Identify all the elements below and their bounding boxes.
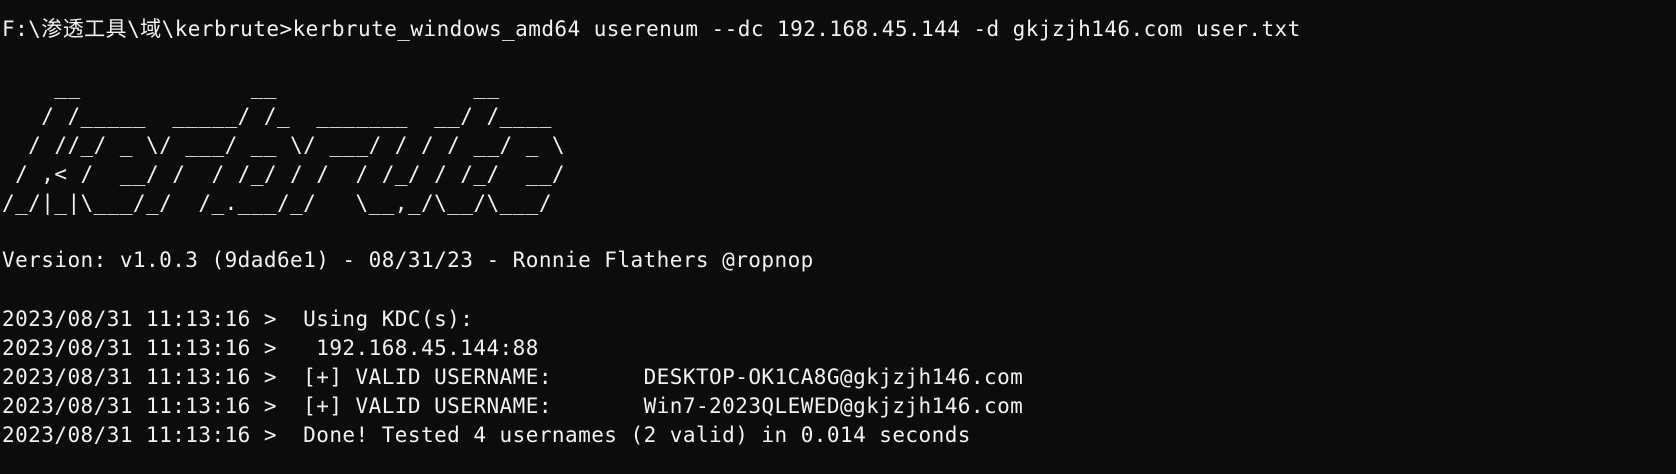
command-text: kerbrute_windows_amd64 userenum --dc 192…: [292, 17, 1301, 41]
log-line: 2023/08/31 11:13:16 > 192.168.45.144:88: [2, 334, 539, 363]
log-line: 2023/08/31 11:13:16 > Using KDC(s):: [2, 305, 473, 334]
log-timestamp: 2023/08/31 11:13:16 >: [2, 365, 277, 389]
log-message: 192.168.45.144:88: [276, 336, 539, 360]
prompt-path: F:\渗透工具\域\kerbrute>: [2, 17, 293, 41]
log-line: 2023/08/31 11:13:16 > [+] VALID USERNAME…: [2, 363, 1023, 392]
command-line: F:\渗透工具\域\kerbrute>kerbrute_windows_amd6…: [2, 15, 1301, 44]
log-timestamp: 2023/08/31 11:13:16 >: [2, 394, 277, 418]
log-timestamp: 2023/08/31 11:13:16 >: [2, 423, 277, 447]
log-timestamp: 2023/08/31 11:13:16 >: [2, 307, 277, 331]
log-message: Using KDC(s):: [276, 307, 474, 331]
log-message: [+] VALID USERNAME: DESKTOP-OK1CA8G@gkjz…: [276, 365, 1024, 389]
log-line: 2023/08/31 11:13:16 > Done! Tested 4 use…: [2, 421, 971, 450]
terminal-window[interactable]: F:\渗透工具\域\kerbrute>kerbrute_windows_amd6…: [0, 0, 1676, 474]
log-line: 2023/08/31 11:13:16 > [+] VALID USERNAME…: [2, 392, 1023, 421]
version-line: Version: v1.0.3 (9dad6e1) - 08/31/23 - R…: [2, 248, 814, 272]
log-timestamp: 2023/08/31 11:13:16 >: [2, 336, 277, 360]
log-message: Done! Tested 4 usernames (2 valid) in 0.…: [276, 423, 971, 447]
ascii-banner: __ __ __ / /_____ _____/ /_ _______ __/ …: [2, 75, 566, 215]
log-message: [+] VALID USERNAME: Win7-2023QLEWED@gkjz…: [276, 394, 1024, 418]
